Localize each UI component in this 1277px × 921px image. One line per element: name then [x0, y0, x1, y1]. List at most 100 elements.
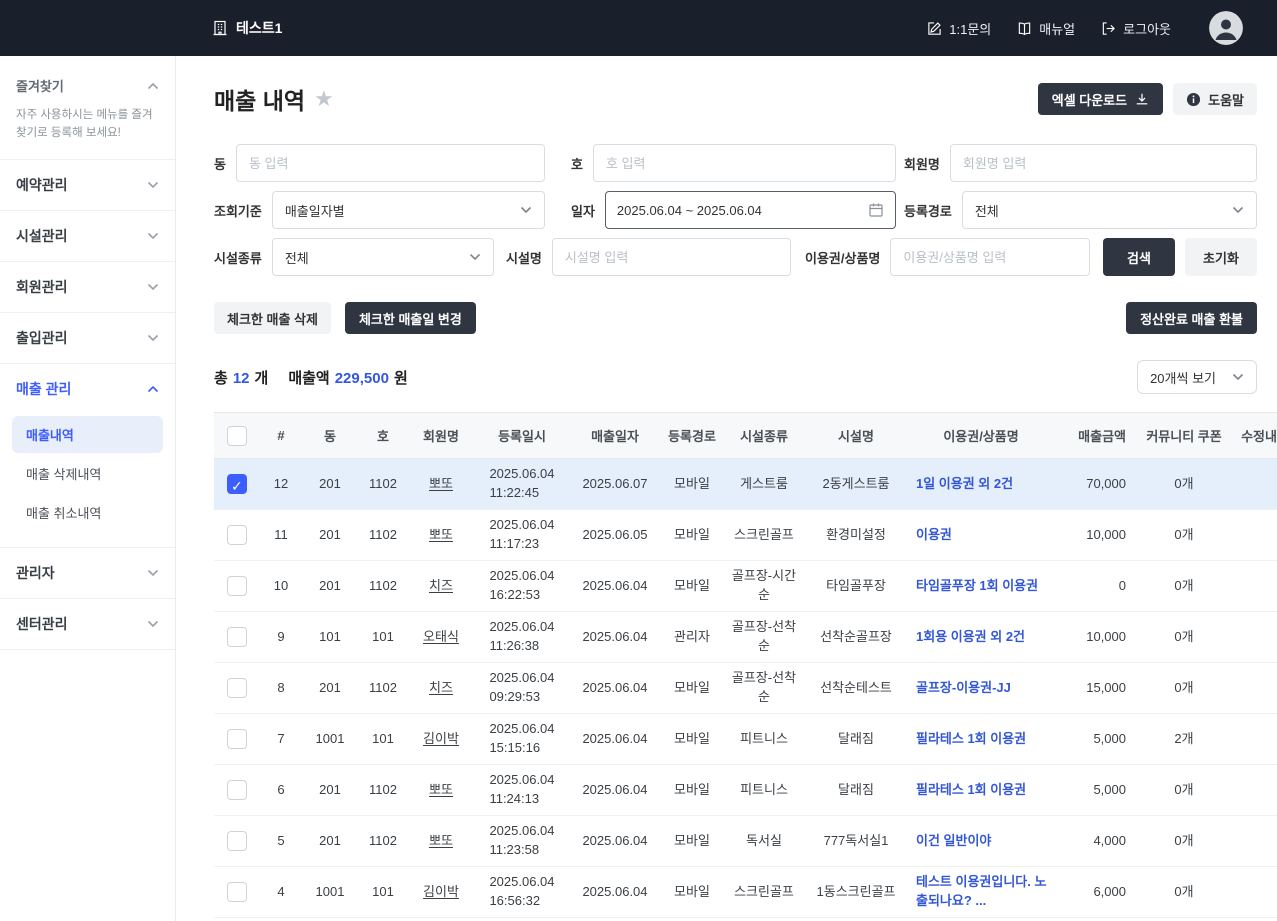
table-row[interactable]: 8 201 1102 치즈 2025.06.04 09:29:53 2025.0… — [214, 662, 1277, 714]
cell-facility-name: 1동스크린골프 — [804, 866, 908, 918]
cell-channel: 모바일 — [660, 458, 724, 510]
table-row[interactable]: 10 201 1102 치즈 2025.06.04 16:22:53 2025.… — [214, 560, 1277, 612]
member-link[interactable]: 김이박 — [423, 731, 459, 746]
download-icon — [1135, 92, 1149, 106]
column-header: 등록일시 — [474, 412, 570, 459]
cell-registered-at: 2025.06.04 09:29:53 — [474, 662, 570, 714]
sidebar-subitem-sales-deleted[interactable]: 매출 삭제내역 — [12, 455, 163, 492]
product-link[interactable]: 테스트 이용권입니다. 노출되나요? ... — [916, 874, 1046, 908]
cell-sale-date: 2025.06.04 — [570, 560, 660, 612]
row-checkbox[interactable] — [227, 882, 247, 902]
column-header: 동 — [302, 412, 358, 459]
excel-download-button[interactable]: 엑셀 다운로드 — [1037, 83, 1164, 115]
member-link[interactable]: 뽀또 — [429, 833, 453, 848]
dong-input[interactable] — [235, 144, 545, 182]
cell-history — [1230, 866, 1277, 918]
row-checkbox[interactable] — [227, 729, 247, 749]
sidebar-subitem-sales-cancelled[interactable]: 매출 취소내역 — [12, 494, 163, 531]
help-button[interactable]: 도움말 — [1173, 83, 1257, 115]
cell-channel: 모바일 — [660, 560, 724, 612]
row-checkbox[interactable] — [227, 678, 247, 698]
cell-checkbox — [214, 662, 260, 714]
member-link[interactable]: 김이박 — [423, 884, 459, 899]
sidebar-item-reservation[interactable]: 예약관리 — [0, 160, 175, 211]
delete-checked-button[interactable]: 체크한 매출 삭제 — [214, 302, 331, 334]
cell-number: 5 — [260, 815, 302, 867]
cell-ho: 101 — [358, 611, 408, 663]
cell-coupon: 0개 — [1138, 560, 1230, 612]
row-checkbox[interactable] — [227, 627, 247, 647]
product-input[interactable] — [890, 238, 1090, 276]
search-button[interactable]: 검색 — [1103, 238, 1175, 276]
chevron-down-icon — [147, 569, 159, 577]
sidebar-item-facility[interactable]: 시설관리 — [0, 211, 175, 262]
favorite-star-icon[interactable]: ★ — [314, 88, 334, 110]
product-link[interactable]: 골프장-이용권-JJ — [916, 680, 1011, 695]
table-row[interactable]: 4 1001 101 김이박 2025.06.04 16:56:32 2025.… — [214, 866, 1277, 918]
product-link[interactable]: 1일 이용권 외 2건 — [916, 476, 1013, 491]
cell-number: 6 — [260, 764, 302, 816]
channel-value: 전체 — [974, 203, 999, 219]
sidebar-item-access[interactable]: 출입관리 — [0, 313, 175, 364]
sidebar-item-member[interactable]: 회원관리 — [0, 262, 175, 313]
cell-channel: 모바일 — [660, 662, 724, 714]
facility-name-input[interactable] — [551, 238, 791, 276]
member-link[interactable]: 오태식 — [423, 629, 459, 644]
member-link[interactable]: 뽀또 — [429, 476, 453, 491]
facility-type-select[interactable]: 전체 — [271, 238, 494, 276]
member-link[interactable]: 뽀또 — [429, 527, 453, 542]
sidebar-subitem-sales-history[interactable]: 매출내역 — [12, 415, 163, 453]
table-row[interactable]: 5 201 1102 뽀또 2025.06.04 11:23:58 2025.0… — [214, 815, 1277, 867]
manual-link[interactable]: 매뉴얼 — [1017, 19, 1075, 38]
row-checkbox[interactable] — [227, 780, 247, 800]
page-size-select[interactable]: 20개씩 보기 — [1137, 360, 1257, 394]
ho-input[interactable] — [592, 144, 896, 182]
sidebar-item-label: 출입관리 — [16, 329, 68, 346]
table-row[interactable]: 9 101 101 오태식 2025.06.04 11:26:38 2025.0… — [214, 611, 1277, 663]
sidebar-item-sales[interactable]: 매출 관리 — [0, 364, 175, 414]
date-range-input[interactable]: 2025.06.04 ~ 2025.06.04 — [604, 191, 896, 229]
row-checkbox[interactable] — [227, 525, 247, 545]
product-link[interactable]: 필라테스 1회 이용권 — [916, 782, 1026, 797]
table-row[interactable]: 11 201 1102 뽀또 2025.06.04 11:17:23 2025.… — [214, 509, 1277, 561]
sidebar-item-center[interactable]: 센터관리 — [0, 599, 175, 650]
product-link[interactable]: 타임골푸장 1회 이용권 — [916, 578, 1038, 593]
reset-button[interactable]: 초기화 — [1185, 238, 1257, 276]
favorites-header[interactable]: 즐겨찾기 — [16, 76, 159, 95]
product-link[interactable]: 이건 일반이야 — [916, 833, 991, 848]
member-link[interactable]: 치즈 — [429, 680, 453, 695]
cell-sale-date: 2025.06.04 — [570, 662, 660, 714]
table-row[interactable]: 6 201 1102 뽀또 2025.06.04 11:24:13 2025.0… — [214, 764, 1277, 816]
cell-amount: 0 — [1054, 560, 1138, 612]
criteria-select[interactable]: 매출일자별 — [271, 191, 545, 229]
cell-member: 뽀또 — [408, 815, 474, 867]
product-link[interactable]: 필라테스 1회 이용권 — [916, 731, 1026, 746]
table-row[interactable]: 12 201 1102 뽀또 2025.06.04 11:22:45 2025.… — [214, 458, 1277, 510]
logout-link[interactable]: 로그아웃 — [1101, 19, 1171, 38]
row-checkbox[interactable] — [227, 831, 247, 851]
registered-time: 11:22:45 — [489, 485, 540, 500]
member-name-input[interactable] — [949, 144, 1257, 182]
product-link[interactable]: 1회용 이용권 외 2건 — [916, 629, 1025, 644]
favorites-title: 즐겨찾기 — [16, 79, 64, 94]
avatar[interactable] — [1209, 11, 1243, 45]
product-link[interactable]: 이용권 — [916, 527, 952, 542]
column-header: 매출금액 — [1054, 412, 1138, 459]
row-checkbox[interactable] — [227, 474, 247, 496]
channel-select[interactable]: 전체 — [961, 191, 1257, 229]
registered-time: 11:24:13 — [489, 791, 540, 806]
registered-date: 2025.06.04 — [489, 721, 555, 737]
table-row[interactable]: 7 1001 101 김이박 2025.06.04 15:15:16 2025.… — [214, 713, 1277, 765]
row-checkbox[interactable] — [227, 576, 247, 596]
column-header: 등록경로 — [660, 412, 724, 459]
change-sale-date-button[interactable]: 체크한 매출일 변경 — [344, 302, 476, 334]
member-link[interactable]: 치즈 — [429, 578, 453, 593]
favorites-section: 즐겨찾기 자주 사용하시는 메뉴를 즐겨찾기로 등록해 보세요! — [0, 56, 175, 160]
inquiry-link[interactable]: 1:1문의 — [927, 19, 991, 38]
member-link[interactable]: 뽀또 — [429, 782, 453, 797]
select-all-checkbox[interactable] — [227, 425, 247, 446]
sidebar-item-admin[interactable]: 관리자 — [0, 548, 175, 599]
refund-settled-button[interactable]: 정산완료 매출 환불 — [1126, 302, 1257, 334]
registered-date: 2025.06.04 — [489, 568, 555, 584]
select-all-header — [214, 412, 260, 459]
